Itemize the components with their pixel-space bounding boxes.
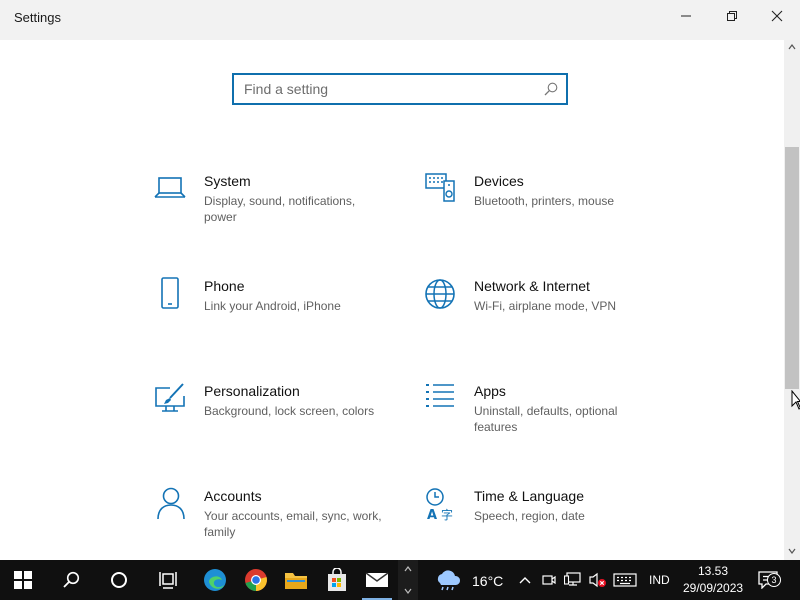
cloud-rain-icon — [437, 570, 461, 591]
keyboard-speaker-icon — [424, 172, 458, 206]
clock-date[interactable]: 29/09/2023 — [683, 581, 743, 595]
person-icon — [154, 487, 188, 521]
cortana-icon — [111, 572, 127, 588]
tile-devices[interactable]: Devices Bluetooth, printers, mouse — [424, 172, 674, 252]
tile-accounts[interactable]: Accounts Your accounts, email, sync, wor… — [154, 487, 404, 567]
tile-network-internet[interactable]: Network & Internet Wi-Fi, airplane mode,… — [424, 277, 674, 357]
tray-network[interactable] — [561, 560, 585, 600]
tile-accounts-name: Accounts — [204, 488, 262, 504]
taskbar-file-explorer[interactable] — [273, 560, 319, 600]
tile-devices-description: Bluetooth, printers, mouse — [474, 194, 615, 208]
chrome-icon — [245, 569, 267, 591]
notification-count-badge: 3 — [767, 573, 781, 587]
tile-personalization-description: Background, lock screen, colors — [204, 404, 375, 418]
close-button[interactable] — [754, 0, 800, 32]
camera-icon — [542, 575, 556, 585]
settings-home: System Display, sound, notifications, po… — [0, 40, 784, 560]
scroll-down-arrow-icon[interactable] — [788, 547, 796, 555]
volume-muted-icon — [589, 572, 606, 588]
tile-personalization[interactable]: Personalization Background, lock screen,… — [154, 382, 404, 462]
minimize-icon — [681, 15, 691, 17]
phone-icon — [154, 277, 188, 311]
scroll-up-arrow-icon[interactable] — [788, 43, 796, 51]
tray-volume[interactable] — [586, 560, 610, 600]
laptop-icon — [154, 172, 188, 206]
mail-icon — [365, 572, 389, 587]
tray-touch-keyboard[interactable] — [611, 560, 639, 600]
task-view-icon — [159, 572, 177, 589]
start-button[interactable] — [0, 560, 46, 600]
show-hidden-icons-button[interactable] — [513, 560, 537, 600]
search-input[interactable] — [234, 75, 534, 103]
search-icon[interactable] — [543, 81, 559, 97]
svg-text:字: 字 — [441, 507, 453, 521]
search-icon — [63, 571, 80, 588]
taskbar-search-button[interactable] — [48, 560, 94, 600]
tile-network-internet-description: Wi-Fi, airplane mode, VPN — [474, 299, 617, 313]
tile-apps[interactable]: Apps Uninstall, defaults, optional featu… — [424, 382, 674, 462]
window-title: Settings — [14, 10, 61, 25]
taskbar-scroll-arrows-icon — [404, 566, 412, 594]
paint-screen-icon — [154, 382, 188, 416]
tile-personalization-name: Personalization — [204, 383, 300, 399]
clock-time[interactable]: 13.53 — [698, 564, 728, 578]
task-view-button[interactable] — [145, 560, 191, 600]
tile-time-language-description: Speech, region, date — [474, 509, 585, 523]
restore-icon — [727, 11, 737, 21]
tile-accounts-description: Your accounts, email, sync, work, family — [204, 509, 382, 539]
taskbar: 16°C IND 13.53 29/09/2023 — [0, 560, 800, 600]
mouse-cursor-icon — [791, 390, 800, 410]
taskbar-overflow-scroller[interactable] — [398, 560, 418, 600]
folder-icon — [285, 573, 307, 589]
chevron-up-icon — [519, 577, 531, 584]
tile-time-language-name: Time & Language — [474, 488, 584, 504]
list-icon — [424, 382, 458, 416]
cortana-button[interactable] — [96, 560, 142, 600]
vertical-scrollbar[interactable] — [784, 40, 800, 560]
globe-icon — [424, 277, 458, 311]
tile-system[interactable]: System Display, sound, notifications, po… — [154, 172, 404, 252]
edge-icon — [204, 569, 226, 591]
tile-system-name: System — [204, 173, 251, 189]
tile-phone-name: Phone — [204, 278, 245, 294]
weather-widget[interactable] — [428, 560, 468, 600]
keyboard-icon — [613, 573, 637, 587]
scrollbar-thumb[interactable] — [785, 147, 799, 389]
svg-text:A: A — [427, 508, 437, 521]
weather-temperature[interactable]: 16°C — [472, 573, 503, 589]
tile-phone[interactable]: Phone Link your Android, iPhone — [154, 277, 404, 357]
input-language-indicator[interactable]: IND — [649, 573, 670, 587]
tile-phone-description: Link your Android, iPhone — [204, 299, 341, 313]
tile-time-language[interactable]: A字 Time & Language Speech, region, date — [424, 487, 674, 567]
minimize-button[interactable] — [663, 0, 709, 32]
store-bag-icon — [328, 568, 346, 591]
restore-button[interactable] — [709, 0, 755, 32]
search-box[interactable] — [232, 73, 568, 105]
taskbar-edge[interactable] — [192, 560, 238, 600]
close-icon — [771, 10, 783, 22]
tile-network-internet-name: Network & Internet — [474, 278, 590, 294]
tile-apps-name: Apps — [474, 383, 506, 399]
windows-logo-icon — [14, 571, 32, 589]
time-language-icon: A字 — [424, 487, 458, 521]
tile-devices-name: Devices — [474, 173, 524, 189]
title-bar: Settings — [0, 0, 800, 40]
tray-meet-now[interactable] — [538, 560, 560, 600]
network-icon — [564, 572, 581, 586]
tile-apps-description: Uninstall, defaults, optional features — [474, 404, 618, 434]
tile-system-description: Display, sound, notifications, power — [204, 194, 356, 224]
taskbar-mail[interactable] — [354, 560, 400, 600]
